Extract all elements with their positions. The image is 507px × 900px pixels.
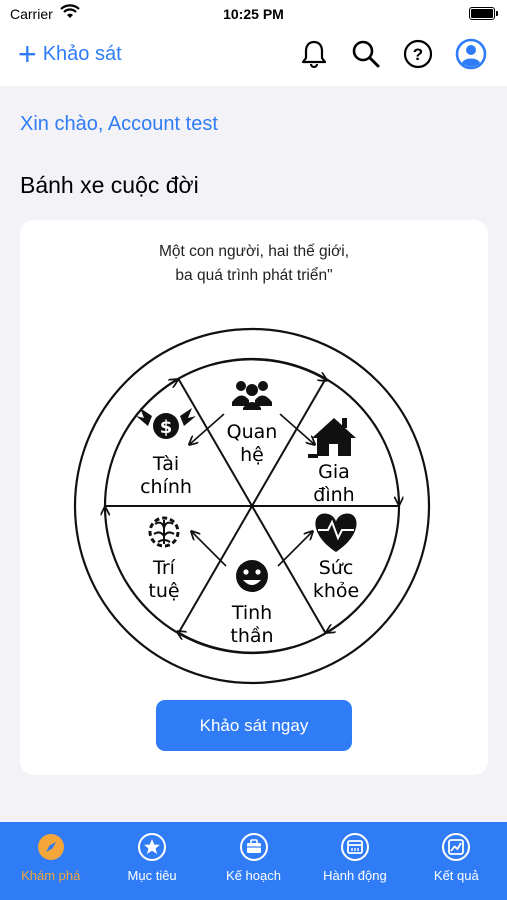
tab-label: Kết quả [433, 868, 479, 883]
bottom-tab-bar: Khám phá Mục tiêu Kế hoạch Hành động Kết… [0, 822, 507, 900]
compass-icon [37, 834, 64, 860]
section-title: Bánh xe cuộc đời [20, 172, 199, 198]
clock: 10:25 PM [223, 6, 284, 22]
smiley-icon [236, 560, 268, 592]
segment-label-line2: tuệ [148, 580, 179, 602]
chart-icon [442, 833, 471, 861]
quote-line-2: ba quá trình phát triển" [175, 267, 333, 284]
segment-label-line2: thần [230, 625, 273, 647]
segment-label-line2: chính [140, 476, 192, 498]
status-bar: Carrier 10:25 PM [0, 0, 507, 28]
segment-label-line1: Gia [318, 461, 350, 483]
tab-label: Khám phá [21, 868, 81, 883]
life-wheel-card: Một con người, hai thế giới, ba quá trìn… [20, 220, 488, 775]
star-icon [138, 833, 167, 861]
account-icon[interactable] [455, 38, 487, 70]
search-icon[interactable] [350, 38, 382, 70]
segment-label-line1: Tài [152, 453, 179, 475]
calendar-icon [340, 833, 369, 861]
segment-label-line2: khỏe [313, 580, 359, 602]
svg-text:$: $ [160, 417, 173, 438]
tab-hanh-dong[interactable]: Hành động [304, 822, 405, 900]
tab-label: Hành động [323, 868, 387, 883]
battery-icon [469, 7, 498, 20]
greeting-text: Xin chào, Account test [20, 113, 218, 135]
tab-label: Mục tiêu [127, 868, 177, 883]
tab-ket-qua[interactable]: Kết quả [406, 822, 507, 900]
briefcase-icon [239, 833, 268, 861]
top-nav-bar: + Khảo sát ? [0, 28, 507, 86]
tab-kham-pha[interactable]: Khám phá [0, 822, 101, 900]
segment-label-line1: Quan [227, 421, 278, 443]
bell-icon[interactable] [298, 38, 330, 70]
start-survey-button[interactable]: Khảo sát ngay [156, 700, 352, 751]
svg-text:?: ? [413, 45, 423, 64]
tab-label: Kế hoạch [226, 868, 281, 883]
life-wheel-diagram: Quan hệ Gia đình Sức khỏe Tinh thần Trí … [73, 327, 431, 685]
segment-label-line2: hệ [240, 444, 264, 466]
add-survey-label: Khảo sát [42, 42, 122, 65]
add-survey-button[interactable]: + Khảo sát [18, 36, 122, 72]
segment-label-line2: đình [313, 484, 354, 506]
segment-label-line1: Trí [152, 557, 176, 579]
quote-text: Một con người, hai thế giới, ba quá trìn… [20, 240, 488, 288]
tab-ke-hoach[interactable]: Kế hoạch [203, 822, 304, 900]
tab-muc-tieu[interactable]: Mục tiêu [101, 822, 202, 900]
help-icon[interactable]: ? [402, 38, 434, 70]
segment-label-line1: Tinh [231, 602, 272, 624]
quote-line-1: Một con người, hai thế giới, [158, 243, 350, 260]
plus-icon: + [18, 36, 37, 72]
segment-label-line1: Sức [319, 557, 354, 579]
